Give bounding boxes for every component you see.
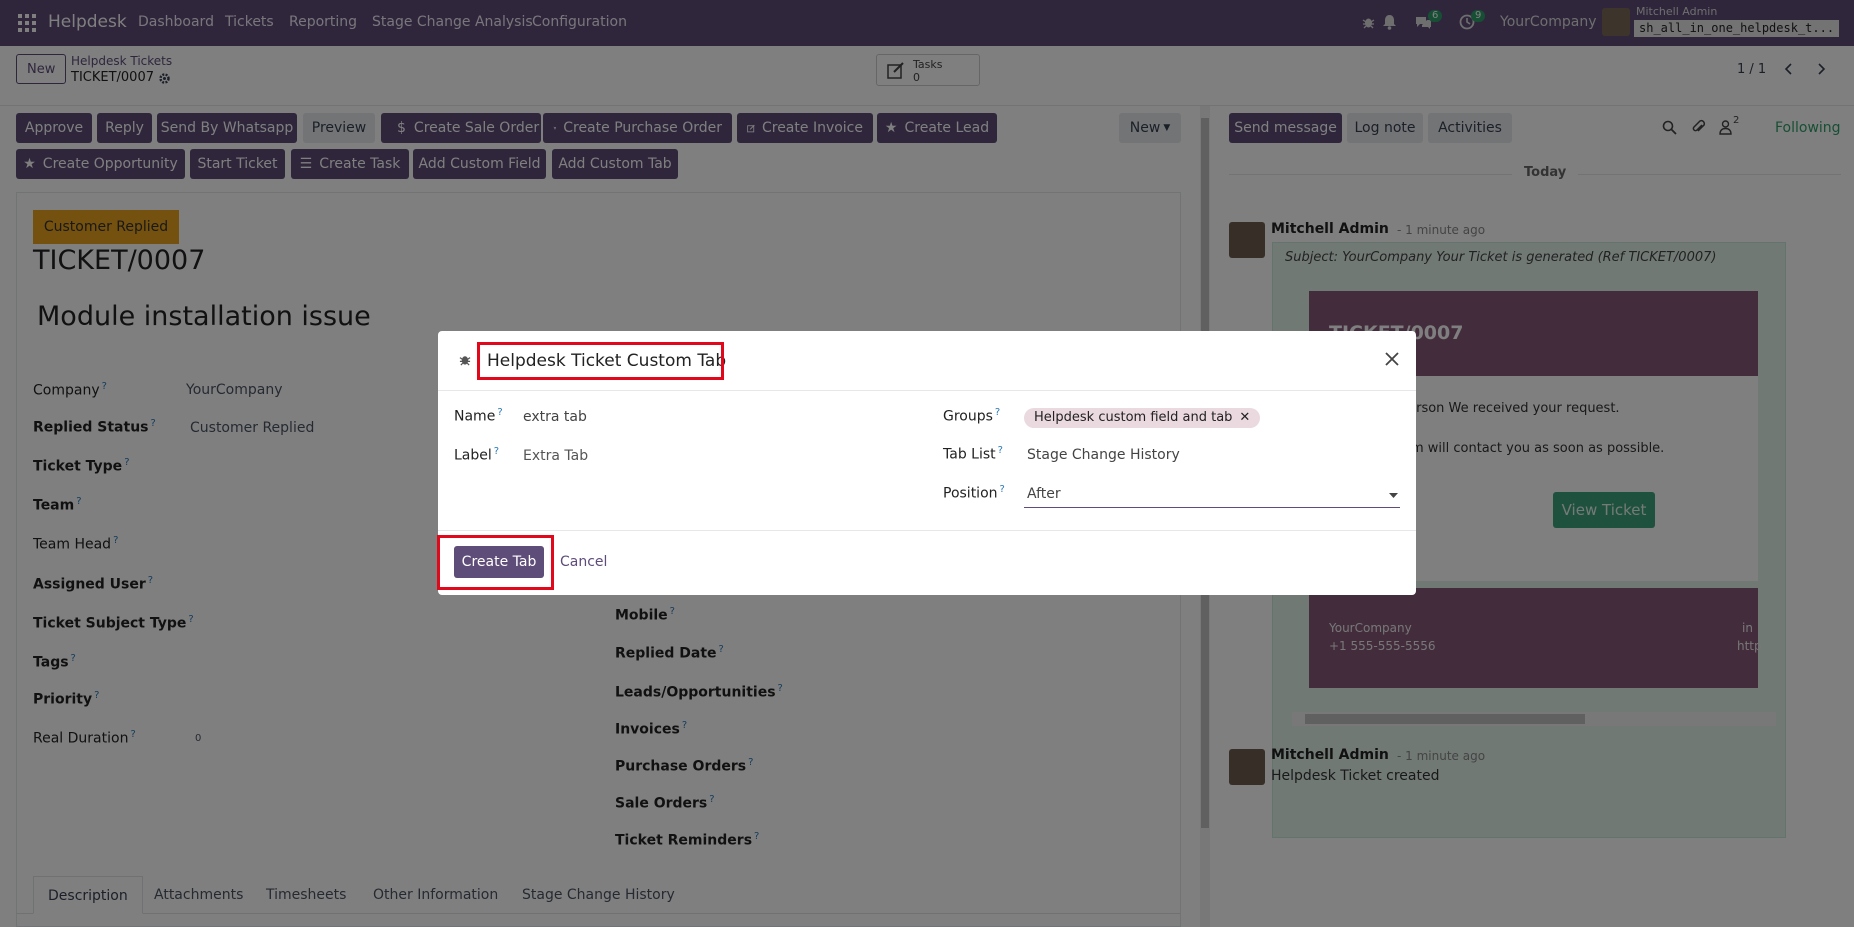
groups-tag[interactable]: Helpdesk custom field and tab ✕ xyxy=(1024,408,1261,428)
field-label-tab-list: Tab List? xyxy=(943,445,1003,463)
label-input[interactable]: Extra Tab xyxy=(523,448,588,464)
tab-list-select[interactable]: Stage Change History xyxy=(1027,447,1180,463)
cancel-link[interactable]: Cancel xyxy=(560,554,607,570)
groups-tag-label: Helpdesk custom field and tab xyxy=(1034,410,1233,425)
name-input[interactable]: extra tab xyxy=(523,409,587,425)
position-select-underline xyxy=(1024,507,1400,508)
bug-icon xyxy=(459,356,471,366)
dialog-footer-divider xyxy=(438,530,1416,531)
position-select[interactable]: After xyxy=(1027,486,1061,502)
field-label-groups: Groups? xyxy=(943,407,1001,425)
close-icon[interactable] xyxy=(1384,351,1400,367)
dialog-header-divider xyxy=(438,390,1416,391)
field-label-name: Name? xyxy=(454,407,503,425)
field-label-position: Position? xyxy=(943,484,1005,502)
tag-remove-icon[interactable]: ✕ xyxy=(1239,410,1250,425)
highlight-dialog-title xyxy=(477,342,724,380)
highlight-create-tab-button xyxy=(437,535,554,590)
caret-down-icon[interactable] xyxy=(1389,493,1398,499)
field-label-label: Label? xyxy=(454,446,500,464)
